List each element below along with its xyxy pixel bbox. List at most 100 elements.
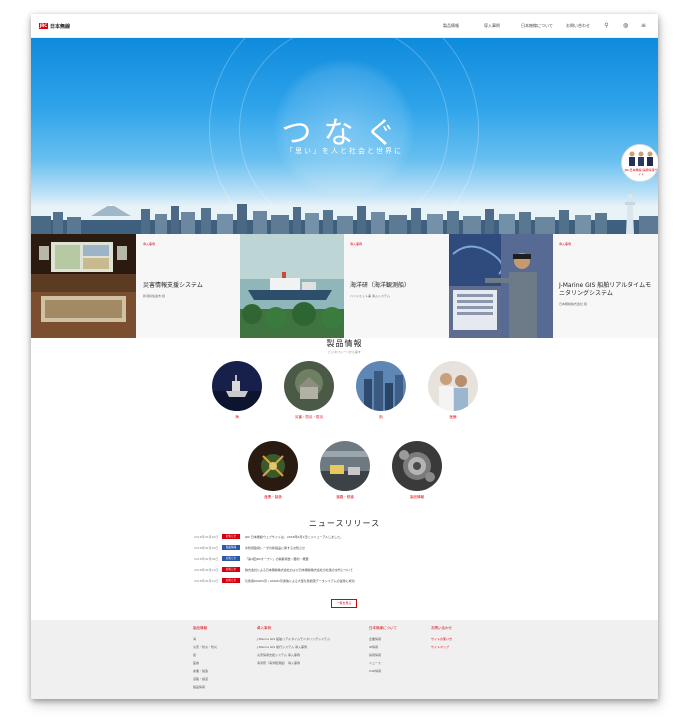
hero-subtitle: 「思い」を人と社会と世界に (286, 147, 403, 155)
footer-link[interactable]: 海 (193, 635, 217, 643)
news-text: 「第4回JRCオープン」の開催報告 / 要約・概要 (245, 557, 309, 561)
feature-tag: 導入事例 (559, 242, 572, 246)
recruit-badge[interactable]: JRC日本無線 採用情報サイト (621, 144, 658, 182)
footer-link[interactable]: IR情報 (369, 643, 397, 651)
feature-card-disaster[interactable]: 導入事例 災害情報支援システム 新潟県佐渡市 様 (31, 234, 240, 338)
footer-link[interactable]: 災害情報支援システム 導入事例 (257, 651, 330, 659)
feature-sub: ハンドミット兼 導入システム (350, 294, 390, 298)
news-category: お知らせ (222, 556, 240, 561)
product-image-catalog (392, 441, 442, 491)
feature-image-control-room (31, 234, 136, 338)
feature-card-jmarine[interactable]: 導入事例 J-Marine GIS 船舶リアルタイムモニタリングシステム 日本無… (449, 234, 658, 338)
site-logo[interactable]: JRC 日本無線 (39, 22, 70, 30)
nav-about[interactable]: 日本無線について (521, 23, 553, 29)
feature-image-ship (240, 234, 344, 338)
feature-sub: 新潟県佐渡市 様 (143, 294, 165, 298)
news-category: お知らせ (222, 567, 240, 572)
footer-heading[interactable]: 導入事例 (257, 626, 330, 631)
news-date: 2018年09月01日 (194, 579, 219, 583)
search-icon[interactable]: ⚲ (603, 22, 610, 29)
hero-banner: つなぐ 「思い」を人と社会と世界に JRC日本無線 採用情報サイト (31, 38, 658, 234)
products-subtitle: ビジネスシーンから探す (328, 350, 361, 354)
logo-text: 日本無線 (50, 23, 71, 30)
footer-heading[interactable]: 日本無線について (369, 626, 397, 631)
product-label: 海 (235, 415, 239, 419)
product-image-city (356, 361, 406, 411)
feature-cards: 導入事例 災害情報支援システム 新潟県佐渡市 様 導入事例 海洋研（海洋観測船）… (31, 234, 658, 338)
footer-link[interactable]: 海洋研（海洋観測船） 導入事例 (257, 659, 330, 667)
footer-link[interactable]: ニュース (369, 659, 397, 667)
globe-icon[interactable]: ◍ (622, 22, 629, 29)
product-image-disaster (284, 361, 334, 411)
product-disaster[interactable]: 災害・防災・防災 (284, 361, 334, 420)
product-label: 災害・防災・防災 (295, 415, 323, 419)
logo-mark: JRC (39, 23, 48, 29)
news-text: 水防用監視レーダの新製品に関するお知らせ (245, 546, 305, 550)
product-catalog[interactable]: 製品情報 (392, 441, 442, 500)
product-label: 産業・製造 (264, 495, 282, 499)
product-industry[interactable]: 産業・製造 (248, 441, 298, 500)
news-item[interactable]: 2018年09月26日 製品情報 水防用監視レーダの新製品に関するお知らせ (194, 545, 494, 552)
nav-products[interactable]: 製品情報 (443, 23, 459, 29)
footer-link[interactable]: J-Marine GIS 船舶リアルタイムモニタリングシステム (257, 635, 330, 643)
news-more-button[interactable]: 一覧を見る (331, 599, 357, 608)
product-label: 街 (379, 415, 383, 419)
product-city[interactable]: 街 (356, 361, 406, 420)
footer-link[interactable]: 産業・製造 (193, 667, 217, 675)
footer-link[interactable]: CSR情報 (369, 667, 397, 675)
product-label: 道路・鉄道 (336, 495, 354, 499)
footer-col-contact: お問い合わせ サイトの使い方 サイトマップ (431, 626, 452, 651)
product-image-medical (428, 361, 478, 411)
footer-link[interactable]: 採用情報 (369, 651, 397, 659)
feature-sub: 日本無線株式会社 様 (559, 302, 587, 306)
news-text: 気象用60GHz帯 / 90GHz帯通信による大型気象観測データシステムの運用に… (245, 579, 355, 583)
product-image-sea (212, 361, 262, 411)
products-title: 製品情報 (326, 339, 363, 348)
news-item[interactable]: 2018年09月26日 お知らせ JRC 日本無線ウェブサイトは、2018年9月… (194, 534, 494, 541)
browser-frame: JRC 日本無線 製品情報 導入事例 日本無線について お問い合わせ ⚲ ◍ ≡… (31, 14, 658, 699)
site-header: JRC 日本無線 製品情報 導入事例 日本無線について お問い合わせ ⚲ ◍ ≡ (31, 14, 658, 38)
footer-col-about: 日本無線について 企業情報 IR情報 採用情報 ニュース CSR情報 (369, 626, 397, 675)
footer-link[interactable]: サイトの使い方 (431, 635, 452, 643)
news-item[interactable]: 2018年09月01日 お知らせ 株式会社による日本無線株式会社および日本無線株… (194, 567, 494, 574)
news-category: お知らせ (222, 534, 240, 539)
recruit-badge-caption: JRC日本無線 採用情報サイト (624, 168, 658, 176)
footer-link[interactable]: J-Marine GIS 航行システム 導入事例 (257, 643, 330, 651)
product-image-road (320, 441, 370, 491)
footer-link[interactable]: 街 (193, 651, 217, 659)
news-category: 製品情報 (222, 545, 240, 550)
product-label: 医療 (449, 415, 457, 419)
footer-col-products: 製品情報 海 災害・防災・防災 街 医療 産業・製造 道路・鉄道 製品情報 (193, 626, 217, 691)
footer-link[interactable]: 道路・鉄道 (193, 675, 217, 683)
news-date: 2018年09月26日 (194, 546, 219, 550)
nav-cases[interactable]: 導入事例 (484, 23, 500, 29)
product-medical[interactable]: 医療 (428, 361, 478, 420)
news-item[interactable]: 2018年09月06日 お知らせ 「第4回JRCオープン」の開催報告 / 要約・… (194, 556, 494, 563)
product-sea[interactable]: 海 (212, 361, 262, 420)
footer-link[interactable]: サイトマップ (431, 643, 452, 651)
footer-heading[interactable]: お問い合わせ (431, 626, 452, 631)
footer-link[interactable]: 製品情報 (193, 683, 217, 691)
footer-link[interactable]: 災害・防災・防災 (193, 643, 217, 651)
news-text: JRC 日本無線ウェブサイトは、2018年9月1日にリニューアルしました。 (245, 535, 344, 539)
product-label: 製品情報 (410, 495, 424, 499)
footer-col-cases: 導入事例 J-Marine GIS 船舶リアルタイムモニタリングシステム J-M… (257, 626, 330, 667)
product-image-industry (248, 441, 298, 491)
feature-image-operator (449, 234, 553, 338)
feature-title: J-Marine GIS 船舶リアルタイムモニタリングシステム (559, 282, 652, 297)
feature-tag: 導入事例 (143, 242, 156, 246)
news-date: 2018年09月06日 (194, 557, 219, 561)
feature-card-ocean[interactable]: 導入事例 海洋研（海洋観測船） ハンドミット兼 導入システム (240, 234, 449, 338)
footer-link[interactable]: 医療 (193, 659, 217, 667)
people-illustration (629, 151, 653, 166)
menu-icon[interactable]: ≡ (640, 22, 647, 29)
news-date: 2018年09月01日 (194, 568, 219, 572)
news-title: ニュースリリース (308, 519, 381, 528)
feature-title: 災害情報支援システム (143, 282, 203, 289)
nav-contact[interactable]: お問い合わせ (566, 23, 590, 29)
footer-heading[interactable]: 製品情報 (193, 626, 217, 631)
news-item[interactable]: 2018年09月01日 お知らせ 気象用60GHz帯 / 90GHz帯通信による… (194, 578, 494, 585)
site-footer: 製品情報 海 災害・防災・防災 街 医療 産業・製造 道路・鉄道 製品情報 導入… (31, 620, 658, 699)
footer-link[interactable]: 企業情報 (369, 635, 397, 643)
product-road[interactable]: 道路・鉄道 (320, 441, 370, 500)
